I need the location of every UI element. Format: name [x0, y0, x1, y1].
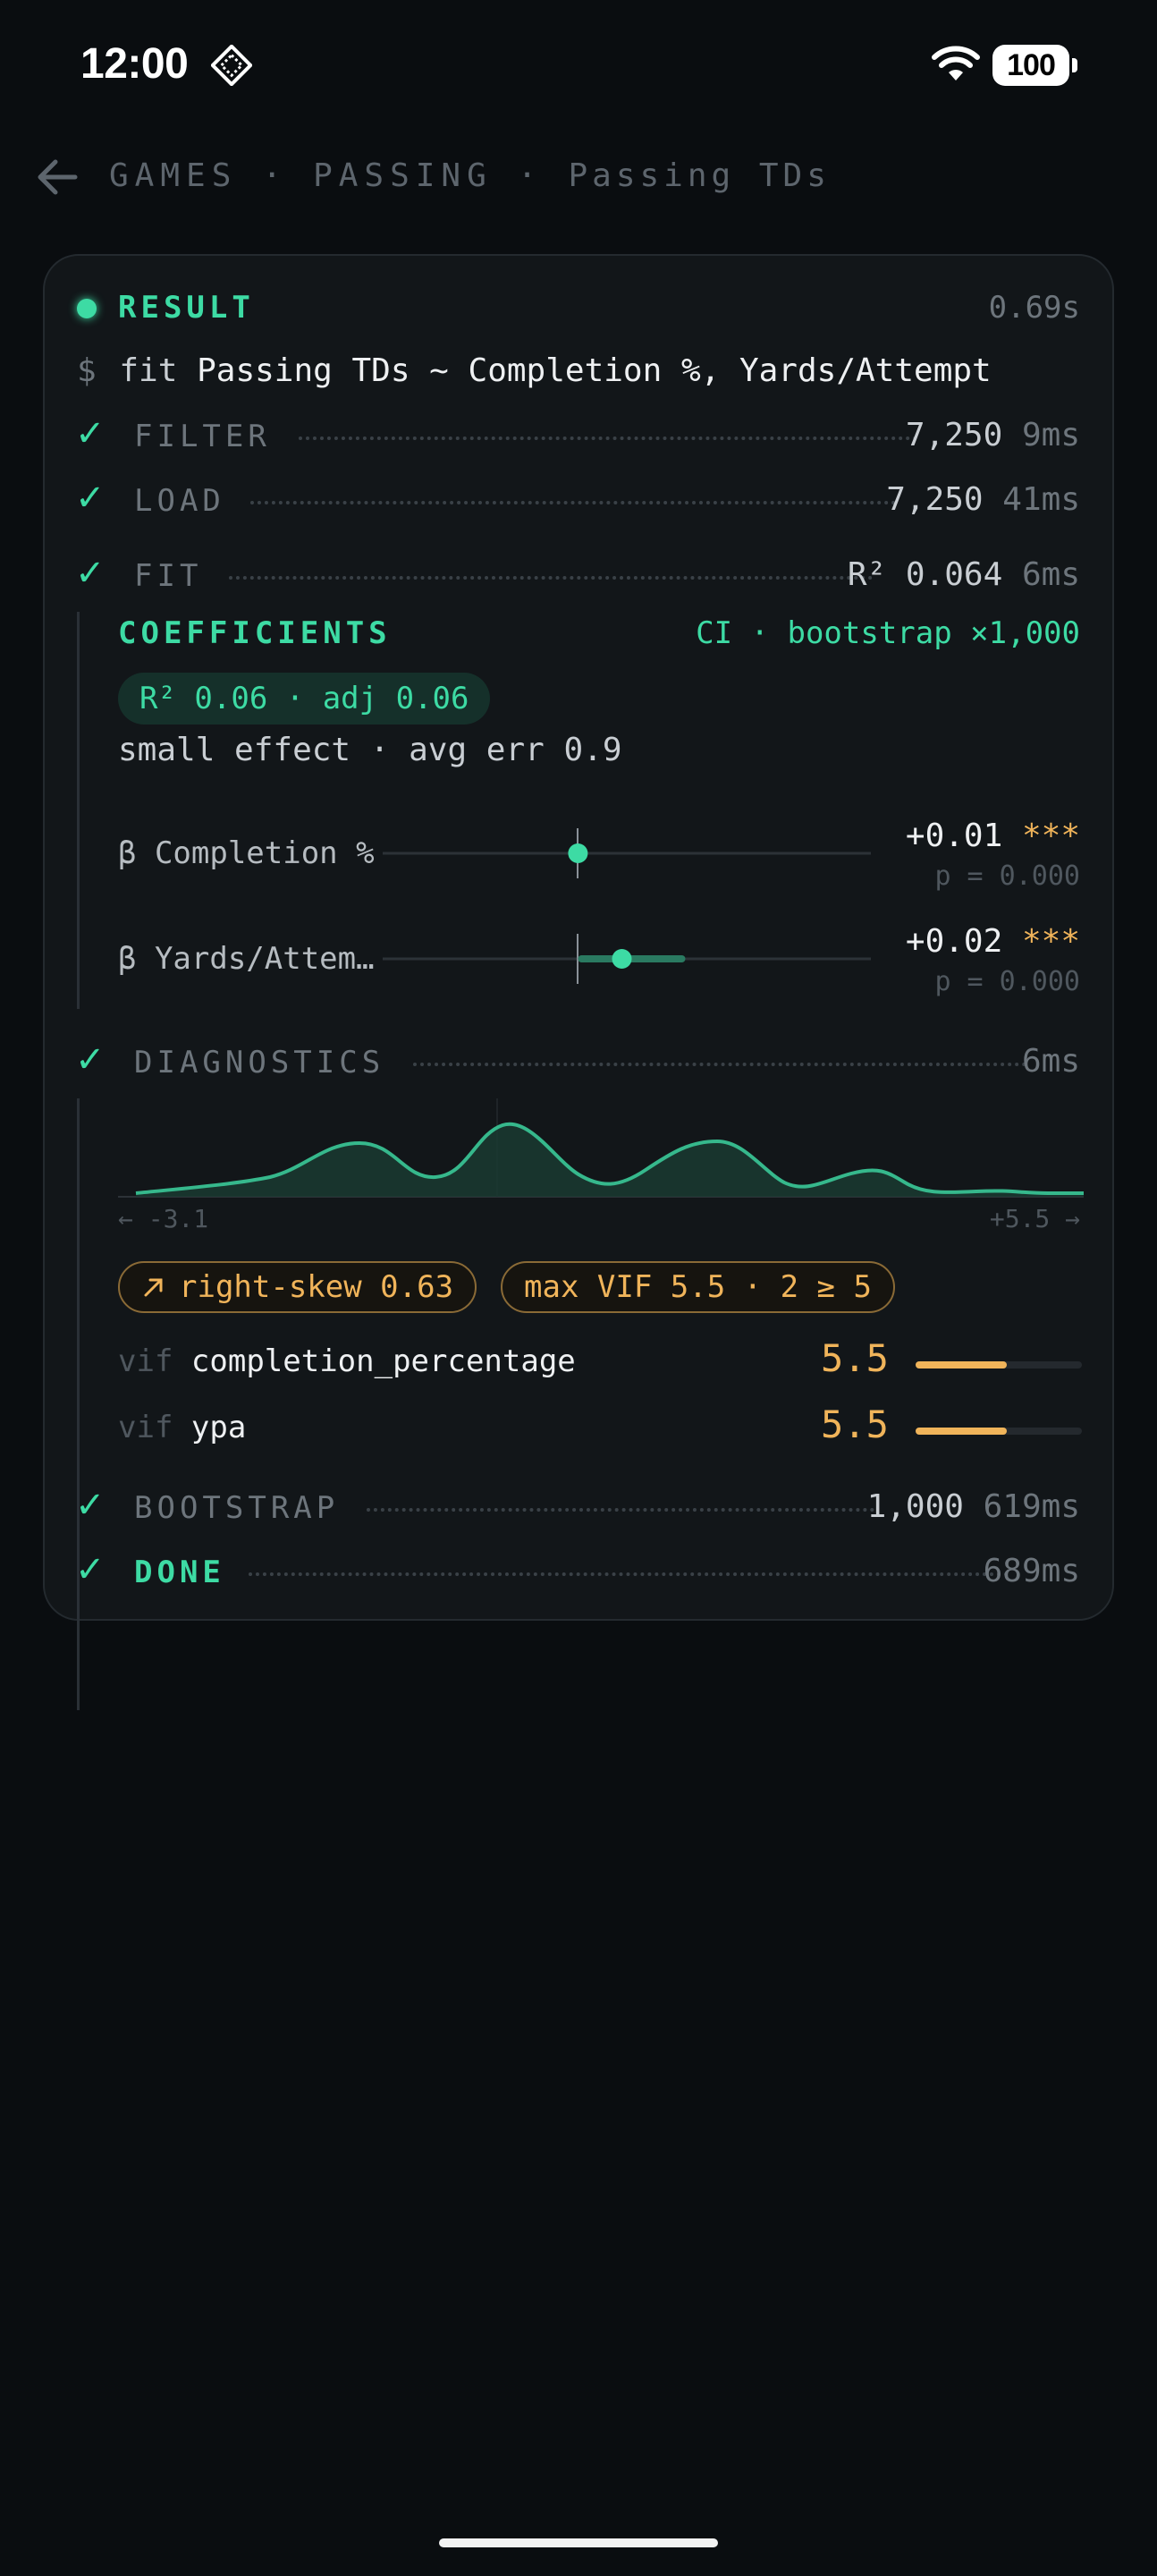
- step-diagnostics-label: DIAGNOSTICS: [134, 1045, 385, 1080]
- breadcrumb: GAMES · PASSING · Passing TDs: [109, 157, 831, 194]
- step-filter-time: 9ms: [1021, 417, 1080, 453]
- r-squared-chip: R² 0.06 · adj 0.06: [118, 673, 491, 724]
- battery-level: 100: [992, 45, 1069, 86]
- significance-stars: ***: [1021, 818, 1080, 854]
- home-indicator[interactable]: [439, 2538, 718, 2547]
- significance-stars: ***: [1021, 923, 1080, 960]
- vif-bar-completion: [916, 1361, 1082, 1368]
- breadcrumb-games[interactable]: GAMES: [109, 157, 237, 194]
- step-load-time: 41ms: [1002, 481, 1080, 518]
- coef-label-ypa: β Yards/Attem…: [118, 941, 375, 977]
- command-formula: Passing TDs ~ Completion %, Yards/Attemp…: [197, 352, 992, 389]
- breadcrumb-separator: ·: [262, 157, 289, 194]
- ci-label: CI · bootstrap ×1,000: [696, 615, 1080, 651]
- skew-chip: right-skew 0.63: [118, 1261, 477, 1313]
- step-bootstrap-time: 619ms: [983, 1488, 1080, 1525]
- step-fit-time: 6ms: [1021, 556, 1080, 593]
- arrow-up-right-icon: [144, 1278, 163, 1297]
- coef-estimate-ypa: +0.02 ***: [905, 923, 1080, 960]
- check-icon: ✓: [75, 413, 106, 454]
- check-icon: ✓: [75, 1549, 106, 1590]
- step-load-label: LOAD: [134, 483, 225, 519]
- density-area: [136, 1123, 1084, 1197]
- vif-row-completion: vif completion_percentage: [118, 1343, 576, 1379]
- check-icon: ✓: [75, 1485, 106, 1526]
- coef-pvalue-ypa: p = 0.000: [934, 966, 1080, 997]
- result-label: RESULT: [118, 290, 255, 326]
- breadcrumb-passing-tds: Passing TDs: [568, 157, 831, 194]
- effect-summary: small effect · avg err 0.9: [118, 732, 622, 768]
- residual-axis-min: ← -3.1: [118, 1204, 209, 1233]
- coefficients-heading: COEFFICIENTS: [118, 615, 392, 651]
- coef-pvalue-completion: p = 0.000: [934, 860, 1080, 892]
- result-duration: 0.69s: [988, 290, 1080, 326]
- coef-interval-ypa: [383, 934, 871, 984]
- vif-chip: max VIF 5.5 · 2 ≥ 5: [501, 1261, 895, 1313]
- wifi-icon: [932, 46, 980, 80]
- step-done-label: DONE: [134, 1555, 225, 1590]
- prompt-symbol: $: [77, 352, 97, 389]
- status-dot: [77, 299, 97, 318]
- residual-density-plot: [118, 1098, 1084, 1198]
- vif-value-ypa: 5.5: [821, 1402, 889, 1446]
- status-time: 12:00: [80, 40, 189, 88]
- step-done-time: 689ms: [983, 1553, 1080, 1589]
- vif-row-ypa: vif ypa: [118, 1410, 247, 1445]
- battery-icon: 100: [992, 45, 1078, 86]
- result-card: RESULT 0.69s $ fit Passing TDs ~ Complet…: [43, 254, 1114, 1710]
- step-filter-value: 7,250 9ms: [905, 417, 1080, 453]
- breadcrumb-passing[interactable]: PASSING: [313, 157, 493, 194]
- coef-label-completion: β Completion %: [118, 835, 375, 871]
- check-icon: ✓: [75, 478, 106, 519]
- check-icon: ✓: [75, 553, 106, 594]
- step-bootstrap-label: BOOTSTRAP: [134, 1490, 340, 1526]
- step-filter-label: FILTER: [134, 419, 271, 454]
- breadcrumb-separator: ·: [517, 157, 544, 194]
- back-arrow-icon[interactable]: [32, 152, 82, 202]
- command-line: $ fit Passing TDs ~ Completion %, Yards/…: [77, 352, 992, 389]
- step-bootstrap-value: 1,000 619ms: [866, 1488, 1080, 1525]
- step-fit-value: R² 0.064 6ms: [847, 556, 1080, 593]
- coef-interval-completion: [383, 828, 871, 878]
- screen-record-icon: [211, 45, 252, 86]
- step-fit-label: FIT: [134, 558, 203, 594]
- step-diagnostics-time: 6ms: [1021, 1043, 1080, 1080]
- command-keyword: fit: [119, 352, 178, 389]
- vif-value-completion: 5.5: [821, 1336, 889, 1380]
- residual-axis-max: +5.5 →: [989, 1204, 1080, 1233]
- vif-bar-ypa: [916, 1428, 1082, 1435]
- step-load-value: 7,250 41ms: [886, 481, 1080, 518]
- skew-chip-label: right-skew 0.63: [179, 1269, 454, 1305]
- check-icon: ✓: [75, 1039, 106, 1080]
- coef-estimate-completion: +0.01 ***: [905, 818, 1080, 854]
